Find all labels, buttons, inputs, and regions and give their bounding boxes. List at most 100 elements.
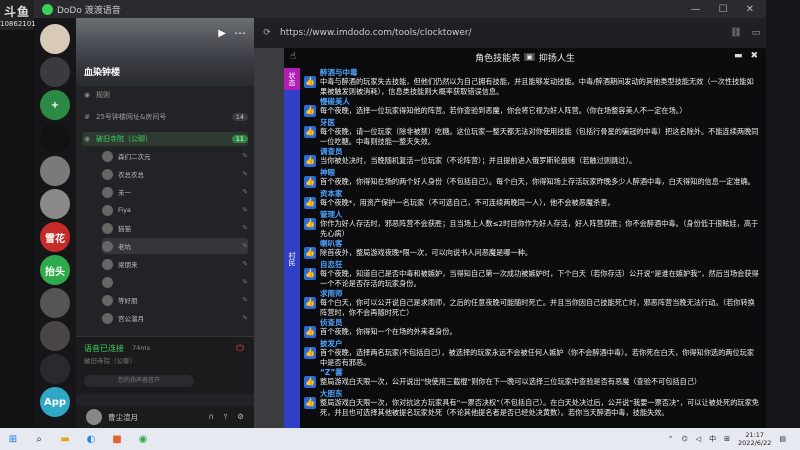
mic-icon[interactable]: ⫯ (224, 412, 227, 422)
server-icon[interactable] (40, 24, 70, 54)
thumbs-up-icon[interactable]: 👍 (304, 247, 316, 259)
role-entry[interactable]: 👍 自恋狂 每个夜晚，知道自己是否中毒和被嫉妒，当得知自己第一次成功被嫉妒时，下个白… (304, 260, 760, 288)
thumbs-up-icon[interactable]: 👍 (304, 176, 316, 188)
role-entry[interactable]: 👍 牙医 每个夜晚，请一位玩家（除非被禁）吃糖。这位玩家一整天都无法对你使用技能（包… (304, 118, 760, 146)
mic-muted-icon: ✎ (242, 314, 248, 322)
role-description: 首个夜晚，选择两名玩家(不包括自己），被选择的玩家永远不会被任何人嫉妒（你不会醉… (320, 348, 755, 367)
tray-chevron-icon[interactable]: ⌃ (668, 435, 674, 443)
server-icon[interactable]: + (40, 90, 70, 120)
clock[interactable]: 21:17 2022/6/22 (738, 431, 771, 447)
role-entry[interactable]: 👍 资本家 每个夜晚*，用资产保护一名玩家（不可选自己，不可连续两晚同一人），他不会… (304, 189, 760, 209)
role-entry[interactable]: 👍 大胆东 整局游戏白天限一次，你对抗这方玩家具有“一票否决权”（不包括自己）。在白… (304, 389, 760, 417)
close-panel-icon[interactable]: ✖ (750, 51, 758, 61)
network-icon[interactable]: ⌬ (682, 435, 688, 443)
thumbs-up-icon[interactable]: 👍 (304, 155, 316, 167)
voice-user[interactable]: ✎ (102, 274, 248, 290)
ime-grid-icon[interactable]: ⊞ (724, 435, 730, 443)
voice-user[interactable]: 衣总衣总 ✎ (102, 166, 248, 182)
thumbs-up-icon[interactable]: 👍 (304, 326, 316, 338)
voice-user[interactable]: 老坑 ✎ (102, 238, 248, 254)
role-entry[interactable]: 👍 披发户 首个夜晚，选择两名玩家(不包括自己），被选择的玩家永远不会被任何人嫉妒（… (304, 339, 760, 367)
thumbs-up-icon[interactable]: 👍 (304, 105, 316, 117)
windows-start-icon[interactable]: ⊞ (0, 428, 26, 450)
url-text[interactable]: https://www.imdodo.com/tools/clocktower/ (280, 28, 726, 38)
server-icon[interactable] (40, 321, 70, 351)
role-entry[interactable]: 👍 管理人 你作为好人存活时，邪恶阵营不会获胜；且当场上人数≤2时目你作为好人存活，… (304, 210, 760, 238)
thumbs-up-icon[interactable]: 👍 (304, 197, 316, 209)
role-description: 首个夜晚，你得知一个在场的外来者身份。 (320, 327, 457, 336)
server-icon[interactable] (40, 354, 70, 384)
thumbs-up-icon[interactable]: 👍 (304, 347, 316, 359)
server-icon[interactable]: 抬头 (40, 255, 70, 285)
edge-icon[interactable]: ◐ (78, 428, 104, 450)
current-user-name: 曹尘渲月 (108, 412, 138, 422)
thumbs-up-icon[interactable]: 👍 (304, 297, 316, 309)
file-explorer-icon[interactable]: ▬ (52, 428, 78, 450)
minimize-button[interactable]: — (691, 4, 701, 15)
maximize-button[interactable]: ☐ (719, 4, 728, 15)
role-entry[interactable]: 👍 求雨师 每个白天，你可以公开说自己是求雨师，之后的任意夜晚可能随时死亡。并且当你… (304, 289, 760, 317)
link-icon[interactable]: ⛓ (726, 28, 746, 38)
role-entry[interactable]: 👍 喇叭客 除首夜外，整局游戏夜晚*限一次，可以向说书人问恶魔是哪一种。 (304, 239, 760, 259)
role-entry[interactable]: 👍 慢碰美人 每个夜晚，选择一位玩家得知他的阵营。若你查验到恶魔，你会将它视为好人阵… (304, 97, 760, 117)
refresh-icon[interactable]: ⟳ (254, 28, 280, 38)
role-entry[interactable]: 👍 侦查员 首个夜晚，你得知一个在场的外来者身份。 (304, 318, 760, 338)
role-name: 调查员 (320, 147, 343, 156)
role-entry[interactable]: 👍 醉酒与中毒 中毒与醉酒的玩家失去技能，但他们仍然以为自己拥有技能，并且能够发动技… (304, 68, 760, 96)
server-icon[interactable]: 雪花 (40, 222, 70, 252)
role-entry[interactable]: 👍 神眼 首个夜晚，你得知在场的两个好人身份（不包括自己）。每个白天，你得知场上存活… (304, 168, 760, 188)
voice-user[interactable]: 森们二次元 ✎ (102, 148, 248, 164)
open-external-icon[interactable]: ▭ (746, 28, 766, 38)
server-icon[interactable]: App (40, 387, 70, 417)
voice-user[interactable]: Fiya ✎ (102, 202, 248, 218)
voice-user[interactable]: 猫猫 ✎ (102, 220, 248, 236)
mic-muted-icon: ✎ (242, 224, 248, 232)
thumbs-up-icon[interactable]: 👍 (304, 268, 316, 280)
thumbs-up-icon[interactable]: 👍 (304, 397, 316, 409)
taskbar: ⊞ ⌕ ▬ ◐ ■ ◉ ⌃ ⌬ ◁ 中 ⊞ 21:17 2022/6/22 ▤ (0, 428, 800, 450)
tab-townsfolk[interactable]: 村民 (284, 90, 300, 428)
headphones-icon[interactable]: ∩ (209, 412, 215, 422)
disconnect-icon[interactable]: ⏻ (236, 343, 244, 354)
voice-user[interactable]: 宫公溜月 ✎ (102, 310, 248, 326)
thumbs-up-icon[interactable]: 👍 (304, 126, 316, 138)
role-entry[interactable]: 👍 “Z”雾 整局游戏白天限一次，公开说出“快使用三截棍”则你在下一晚可以选择三位玩… (304, 368, 760, 388)
play-icon[interactable]: ▶ (218, 28, 226, 39)
app-icon[interactable]: ■ (104, 428, 130, 450)
ime-indicator[interactable]: 中 (709, 434, 716, 444)
volume-icon[interactable]: ◁ (696, 435, 701, 443)
role-entry[interactable]: 👍 调查员 当你被处决时，当晚随机复活一位玩家（不论阵营）；并且提前进入俄罗斯轮盘赌… (304, 147, 760, 167)
avatar[interactable] (86, 409, 102, 425)
server-icon[interactable] (40, 123, 70, 153)
voice-user[interactable]: 等好朋 ✎ (102, 292, 248, 308)
settings-icon[interactable]: ⚙ (237, 412, 244, 422)
close-button[interactable]: ✕ (746, 4, 754, 15)
speaker-bar[interactable]: 您的扬声器音开 (84, 375, 194, 387)
thumbs-up-icon[interactable]: 👍 (304, 376, 316, 388)
server-icon[interactable] (40, 57, 70, 87)
channel-voice-public[interactable]: ◉ 破旧寺院（公聊） 11 (82, 132, 248, 146)
tab-status[interactable]: 状态 (284, 68, 300, 90)
server-icon[interactable] (40, 288, 70, 318)
server-icon[interactable] (40, 189, 70, 219)
panel-title: 角色技能表 (475, 53, 521, 64)
minimize-panel-icon[interactable]: ▬ (734, 51, 743, 61)
notification-icon[interactable]: ▤ (779, 435, 786, 443)
dodo-app-window: DoDo 渡渡语音 — ☐ ✕ + 雪花 抬头 App ▶ ⋯ 血染钟楼 ◉ 规则 #… (34, 0, 766, 428)
dodo-taskbar-icon[interactable]: ◉ (130, 428, 156, 450)
avatar (102, 258, 113, 270)
server-icon[interactable] (40, 156, 70, 186)
voice-user[interactable]: 未一 ✎ (102, 184, 248, 200)
avatar (102, 222, 113, 234)
thumbs-up-icon[interactable]: 👍 (304, 76, 316, 88)
role-list: 👍 醉酒与中毒 中毒与醉酒的玩家失去技能，但他们仍然以为自己拥有技能，并且能够发动技… (304, 68, 760, 418)
channel-rules[interactable]: ◉ 规则 (82, 88, 248, 102)
mic-muted-icon: ✎ (242, 278, 248, 286)
panel-header: ☝ 角色技能表 ▣ 抑扬人生 ▬ ✖ (284, 48, 766, 66)
role-description: 每个夜晚*，用资产保护一名玩家（不可选自己，不可连续两晚同一人），他不会被恶魔杀… (320, 198, 615, 207)
channel-clocktower-links[interactable]: # 25号钟楼网址&房间号 14 (82, 110, 248, 124)
thumbs-up-icon[interactable]: 👍 (304, 218, 316, 230)
more-icon[interactable]: ⋯ (234, 26, 246, 40)
voice-user[interactable]: 梁朋来 ✎ (102, 256, 248, 272)
search-icon[interactable]: ⌕ (26, 428, 52, 450)
